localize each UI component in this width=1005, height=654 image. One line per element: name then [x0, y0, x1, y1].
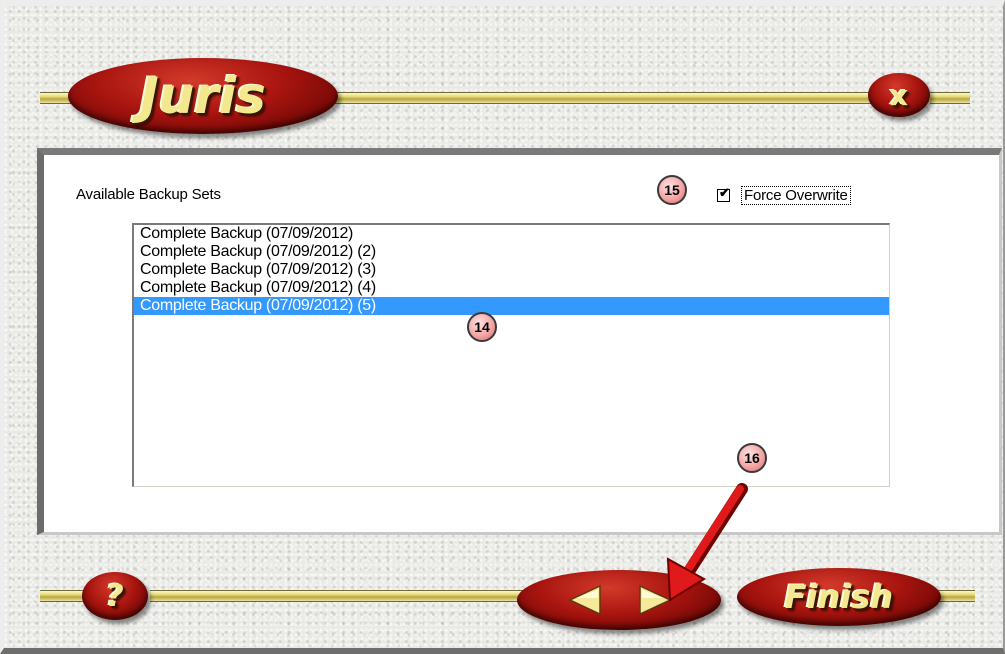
close-icon: x — [889, 78, 909, 112]
force-overwrite-checkbox[interactable]: ✔ — [717, 185, 730, 202]
finish-button[interactable]: Finish — [737, 568, 941, 626]
list-item[interactable]: Complete Backup (07/09/2012) (3) — [134, 261, 889, 279]
force-overwrite-control[interactable]: ✔ Force Overwrite — [717, 185, 851, 205]
help-icon: ? — [106, 578, 124, 614]
back-button[interactable] — [540, 576, 620, 624]
list-item[interactable]: Complete Backup (07/09/2012) (2) — [134, 243, 889, 261]
list-item-selected[interactable]: Complete Backup (07/09/2012) (5) — [134, 297, 889, 315]
header-rail-middle — [330, 92, 880, 104]
logo-text: Juris — [140, 67, 266, 125]
list-item[interactable]: Complete Backup (07/09/2012) (4) — [134, 279, 889, 297]
callout-badge-15: 15 — [657, 175, 687, 205]
footer-rail-middle — [150, 590, 530, 602]
close-button[interactable]: x — [868, 73, 930, 117]
backup-sets-list[interactable]: Complete Backup (07/09/2012) Complete Ba… — [132, 223, 890, 487]
callout-badge-14: 14 — [467, 312, 497, 342]
checkmark-icon: ✔ — [719, 185, 730, 200]
help-button[interactable]: ? — [82, 572, 148, 620]
callout-badge-16: 16 — [737, 443, 767, 473]
red-pointer-arrow-icon — [666, 483, 748, 602]
finish-label: Finish — [784, 578, 894, 616]
header-rail-right — [930, 92, 970, 104]
force-overwrite-label[interactable]: Force Overwrite — [741, 186, 851, 205]
juris-logo: Juris — [68, 58, 338, 134]
available-backup-sets-label: Available Backup Sets — [76, 186, 221, 203]
footer-rail-right — [935, 590, 975, 602]
list-item[interactable]: Complete Backup (07/09/2012) — [134, 225, 889, 243]
triangle-left-icon — [568, 584, 601, 616]
